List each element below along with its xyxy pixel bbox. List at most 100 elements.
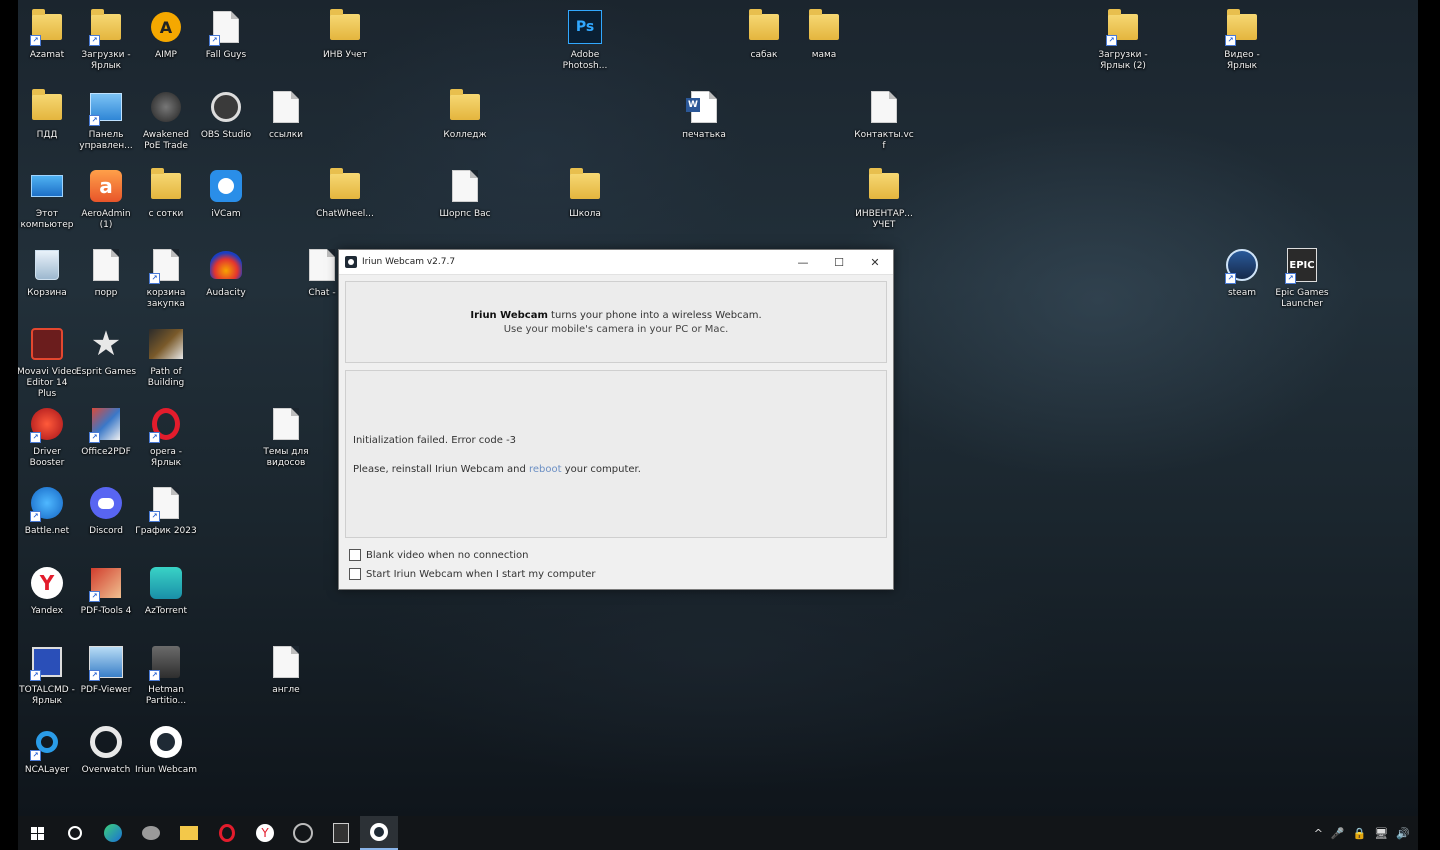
dialog-titlebar[interactable]: Iriun Webcam v2.7.7 — ☐ ✕ (339, 250, 893, 275)
letterbox-left (0, 0, 18, 850)
taskbar-app[interactable] (132, 816, 170, 850)
desktop-icon-aimp[interactable]: A AIMP (135, 4, 197, 61)
folder-icon: ↗ (87, 8, 125, 46)
desktop-icon-inv-uchet[interactable]: ИНВ Учет (314, 4, 376, 61)
desktop-icon-pdf-tools[interactable]: ↗ PDF-Tools 4 (75, 560, 137, 617)
iriun-webcam-dialog: Iriun Webcam v2.7.7 — ☐ ✕ Iriun Webcam t… (338, 249, 894, 590)
floppy-disk-icon: ↗ (28, 643, 66, 681)
computer-icon (28, 167, 66, 205)
desktop-icon-esprit-games[interactable]: ★ Esprit Games (75, 321, 137, 378)
close-button[interactable]: ✕ (857, 250, 893, 274)
status-panel: Initialization failed. Error code -3 Ple… (345, 370, 887, 538)
desktop-icon-awakened-poe[interactable]: Awakened PoE Trade (135, 84, 197, 152)
taskbar-file-explorer[interactable] (170, 816, 208, 850)
checkbox-box[interactable] (349, 568, 361, 580)
desktop-icon-ssylki[interactable]: ссылки (255, 84, 317, 141)
taskbar-steam[interactable] (284, 816, 322, 850)
desktop-icon-pdf-viewer[interactable]: ↗ PDF-Viewer (75, 639, 137, 696)
desktop-icon-movavi[interactable]: Movavi Video Editor 14 Plus (18, 321, 78, 400)
windows-start-icon (30, 826, 44, 840)
checkbox-box[interactable] (349, 549, 361, 561)
volume-icon[interactable]: 🔊 (1396, 827, 1410, 840)
file-icon (267, 405, 305, 443)
desktop-icon-inventar-uchet[interactable]: ИНВЕНТАР... УЧЕТ (853, 163, 915, 231)
desktop-icon-grafik-2023[interactable]: ↗ График 2023 (135, 480, 197, 537)
info-line-1: Iriun Webcam turns your phone into a wir… (470, 310, 762, 321)
info-panel: Iriun Webcam turns your phone into a wir… (345, 281, 887, 363)
desktop-icon-contacts-vcf[interactable]: Контакты.vcf (853, 84, 915, 152)
taskbar-epic-games[interactable] (322, 816, 360, 850)
desktop-icon-shkola[interactable]: Школа (554, 163, 616, 220)
desktop-icon-video-shortcut[interactable]: ↗ Видео - Ярлык (1211, 4, 1273, 72)
desktop-icon-chatwheel[interactable]: ChatWheel... (314, 163, 376, 220)
desktop-icon-angle[interactable]: англе (255, 639, 317, 696)
desktop-icon-downloads-shortcut-2[interactable]: ↗ Загрузки - Ярлык (2) (1092, 4, 1154, 72)
folder-icon (745, 8, 783, 46)
desktop-icon-pechatka[interactable]: W печатька (673, 84, 735, 141)
desktop-icon-totalcmd[interactable]: ↗ TOTALCMD - Ярлык (18, 639, 78, 707)
desktop-icon-opera[interactable]: ↗ opera - Ярлык (135, 401, 197, 469)
microphone-icon[interactable]: 🎤 (1331, 827, 1345, 840)
desktop-icon-temy-dlya-vidosov[interactable]: Темы для видосов (255, 401, 317, 469)
folder-icon: ↗ (1223, 8, 1261, 46)
desktop-icon-driver-booster[interactable]: ↗ Driver Booster (18, 401, 78, 469)
desktop-icon-pdd[interactable]: ПДД (18, 84, 78, 141)
desktop-icon-fall-guys[interactable]: ↗ Fall Guys (195, 4, 257, 61)
desktop-icon-audacity[interactable]: Audacity (195, 242, 257, 299)
desktop-icon-chat[interactable]: Chat - (302, 242, 342, 299)
taskbar-yandex[interactable]: Y (246, 816, 284, 850)
star-icon: ★ (90, 324, 122, 364)
desktop-icon-mama[interactable]: мама (793, 4, 855, 61)
desktop-icon-iriun-webcam[interactable]: Iriun Webcam (135, 719, 197, 776)
taskbar-search[interactable] (56, 816, 94, 850)
desktop-icon-ivcam[interactable]: iVCam (195, 163, 257, 220)
maximize-button[interactable]: ☐ (821, 250, 857, 274)
desktop-icon-office2pdf[interactable]: ↗ Office2PDF (75, 401, 137, 458)
desktop-icon-ncalayer[interactable]: ↗ NCALayer (18, 719, 78, 776)
desktop-icon-steam[interactable]: ↗ steam (1211, 242, 1273, 299)
desktop-icon-porr[interactable]: порр (75, 242, 137, 299)
minimize-button[interactable]: — (785, 250, 821, 274)
file-icon: ↗ (147, 484, 185, 522)
path-of-building-icon (147, 325, 185, 363)
blank-video-checkbox[interactable]: Blank video when no connection (349, 549, 529, 561)
desktop-icon-discord[interactable]: Discord (75, 480, 137, 537)
dialog-title: Iriun Webcam v2.7.7 (362, 257, 456, 267)
desktop-icon-this-pc[interactable]: Этот компьютер (18, 163, 78, 231)
desktop-icon-hetman[interactable]: ↗ Hetman Partitio... (135, 639, 197, 707)
desktop-icon-recycle-bin[interactable]: Корзина (18, 242, 78, 299)
desktop-icon-korzina-zakupka[interactable]: ↗ корзина закупка (135, 242, 197, 310)
edge-icon (104, 824, 122, 842)
desktop-icon-path-of-building[interactable]: Path of Building (135, 321, 197, 389)
taskbar-edge[interactable] (94, 816, 132, 850)
desktop-icon-college[interactable]: Колледж (434, 84, 496, 141)
photoshop-icon: Ps (566, 8, 604, 46)
folder-icon (865, 167, 903, 205)
folder-icon: ↗ (28, 8, 66, 46)
desktop-icon-s-sotki[interactable]: с сотки (135, 163, 197, 220)
desktop-icon-aeroadmin[interactable]: a AeroAdmin (1) (75, 163, 137, 231)
desktop-icon-battle-net[interactable]: ↗ Battle.net (18, 480, 78, 537)
desktop-icon-sabak[interactable]: сабак (733, 4, 795, 61)
desktop-icon-control-panel[interactable]: ↗ Панель управлен... (75, 84, 137, 152)
network-icon[interactable]: 🖥 (1374, 827, 1388, 840)
file-icon (446, 167, 484, 205)
desktop-icon-epic-games[interactable]: EPIC ↗ Epic Games Launcher (1271, 242, 1333, 310)
lock-icon[interactable]: 🔒 (1353, 827, 1367, 840)
taskbar-opera[interactable] (208, 816, 246, 850)
desktop-icon-yandex[interactable]: Y Yandex (18, 560, 78, 617)
taskbar-iriun-webcam[interactable] (360, 816, 398, 850)
desktop-icon-downloads-shortcut[interactable]: ↗ Загрузки - Ярлык (75, 4, 137, 72)
desktop-icon-shorps-vas[interactable]: Шорпс Вас (434, 163, 496, 220)
minimize-icon: — (797, 255, 809, 269)
autostart-checkbox[interactable]: Start Iriun Webcam when I start my compu… (349, 568, 596, 580)
desktop-icon-overwatch[interactable]: Overwatch (75, 719, 137, 776)
chevron-up-icon[interactable]: ^ (1314, 827, 1323, 840)
awakened-poe-icon (147, 88, 185, 126)
desktop-icon-obs[interactable]: OBS Studio (195, 84, 257, 141)
epic-games-icon (333, 823, 349, 843)
desktop-icon-azamat[interactable]: ↗ Azamat (18, 4, 78, 61)
start-button[interactable] (18, 816, 56, 850)
desktop-icon-photoshop[interactable]: Ps Adobe Photosh... (554, 4, 616, 72)
desktop-icon-aztorrent[interactable]: AzTorrent (135, 560, 197, 617)
